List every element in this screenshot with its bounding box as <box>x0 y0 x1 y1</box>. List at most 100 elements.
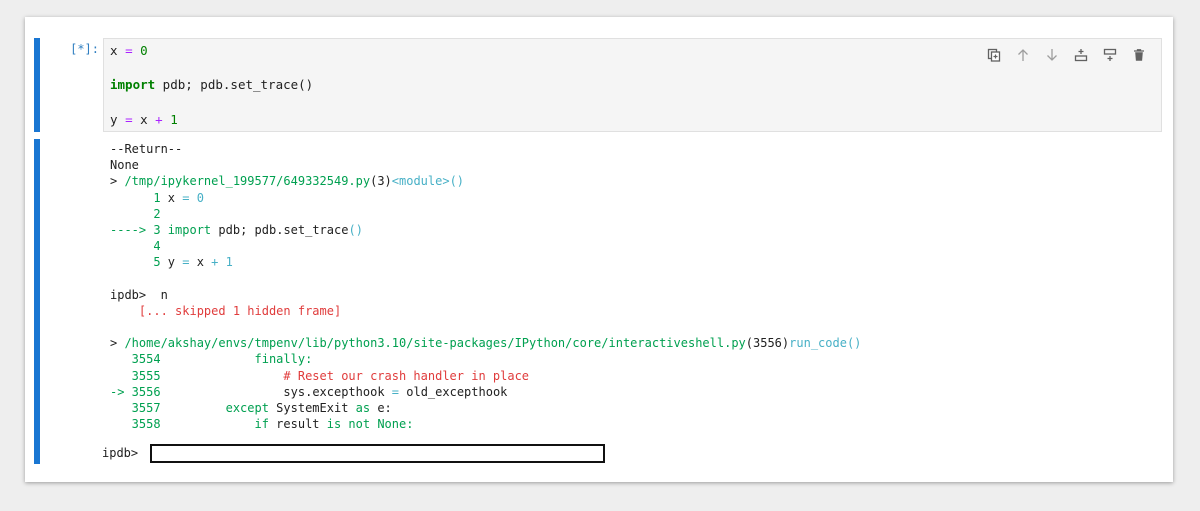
code-token: <module> <box>391 174 450 189</box>
code-token: pdb <box>211 222 241 237</box>
code-token: excepthook <box>312 384 392 399</box>
code-token: 5 <box>110 255 168 270</box>
duplicate-cell-button[interactable] <box>979 44 1008 66</box>
code-token: 4 <box>110 239 161 254</box>
output-area: --Return-- None > /tmp/ipykernel_199577/64… <box>110 141 1150 432</box>
output-line: None <box>110 157 1150 173</box>
code-token: 2 <box>110 206 161 221</box>
code-token: import <box>110 77 156 92</box>
code-token: /home/akshay/envs/tmpenv/lib/python3.10/… <box>124 336 746 351</box>
code-token: (3) <box>370 174 392 189</box>
output-line: 3558 if result is not None: <box>110 416 1150 432</box>
code-token: None <box>110 158 139 173</box>
insert-below-icon <box>1103 48 1116 61</box>
code-token: () <box>449 174 465 189</box>
code-token: -> 3556 <box>110 384 284 399</box>
insert-below-button[interactable] <box>1095 44 1124 66</box>
output-line: 4 <box>110 238 1150 254</box>
code-token: x <box>167 190 183 205</box>
code-token: run_code <box>789 336 847 351</box>
output-line: ipdb> n <box>110 287 1150 303</box>
code-token: y <box>110 112 118 127</box>
code-token: 3555 <box>110 368 284 383</box>
code-token: 3557 <box>110 401 226 415</box>
delete-cell-button[interactable] <box>1124 44 1153 66</box>
insert-above-icon <box>1074 49 1087 62</box>
ipdb-prompt: ipdb> <box>102 446 139 460</box>
code-line[interactable]: x = 0 <box>110 43 148 58</box>
output-line: 3555 # Reset our crash handler in place <box>110 368 1150 384</box>
code-editor[interactable]: x = 0 import pdb; pdb.set_trace() y = x … <box>103 38 1162 132</box>
code-token: None: <box>370 417 414 432</box>
code-line[interactable]: y = x + 1 <box>110 112 178 127</box>
code-token: x <box>189 255 212 270</box>
output-line: --Return-- <box>110 141 1150 157</box>
code-token: set_trace <box>283 222 349 237</box>
output-line: > /tmp/ipykernel_199577/649332549.py(3)<… <box>110 173 1150 189</box>
code-token: --Return-- <box>110 142 183 156</box>
code-token: sys <box>283 384 306 399</box>
code-token: 3554 <box>110 352 255 367</box>
code-token: + <box>155 112 163 127</box>
active-cell-indicator[interactable] <box>34 38 40 132</box>
code-token: set_trace <box>230 77 299 92</box>
move-down-button[interactable] <box>1037 44 1066 66</box>
code-token: = <box>125 112 133 127</box>
code-token: import <box>167 222 212 237</box>
duplicate-icon <box>987 48 1000 62</box>
code-token: x <box>132 112 156 127</box>
code-token: as <box>355 401 371 415</box>
code-token: = <box>391 384 400 399</box>
code-token: old_excepthook <box>399 384 508 399</box>
code-token: [... skipped 1 hidden frame] <box>110 303 342 318</box>
code-token: pdb; pdb. <box>155 77 231 92</box>
output-line: -> 3556 sys.excepthook = old_excepthook <box>110 384 1150 400</box>
output-line: 2 <box>110 206 1150 222</box>
execution-prompt: [*]: <box>70 42 99 56</box>
code-token: () <box>348 222 363 237</box>
notebook-panel: [*]: x = 0 import pdb; pdb.set_trace() y… <box>25 17 1173 482</box>
code-token: is not <box>326 417 371 432</box>
code-token: # Reset our crash handler in place <box>283 368 530 383</box>
code-line[interactable]: import pdb; pdb.set_trace() <box>110 77 313 92</box>
code-token: 1 <box>170 112 178 127</box>
output-line: [... skipped 1 hidden frame] <box>110 303 1150 319</box>
output-collapser[interactable] <box>34 139 40 464</box>
code-token: except <box>225 401 269 415</box>
code-token: finally: <box>254 352 313 367</box>
code-token: 1 <box>110 190 168 205</box>
code-token: pdb <box>247 222 277 237</box>
code-token: 3558 <box>110 417 255 432</box>
output-line: 3554 finally: <box>110 351 1150 367</box>
code-token: /tmp/ipykernel_199577/649332549.py <box>124 174 371 189</box>
code-token: > <box>110 174 125 189</box>
code-token: e: <box>370 401 392 415</box>
move-up-button[interactable] <box>1008 44 1037 66</box>
code-token: (3556) <box>745 336 790 351</box>
code-token: x <box>110 43 118 58</box>
code-token: SystemExit <box>268 401 356 415</box>
output-line: 3557 except SystemExit as e: <box>110 400 1150 416</box>
output-line: ----> 3 import pdb; pdb.set_trace() <box>110 222 1150 238</box>
ipdb-input[interactable] <box>150 444 605 463</box>
code-token: result <box>268 417 327 432</box>
arrow-down-icon <box>1046 49 1057 61</box>
output-line: 5 y = x + 1 <box>110 254 1150 270</box>
code-token: () <box>298 77 314 92</box>
insert-above-button[interactable] <box>1066 44 1095 66</box>
code-token: 1 <box>225 255 233 270</box>
code-token: ----> 3 <box>110 222 168 237</box>
code-token: ipdb> n <box>110 287 168 302</box>
output-line: > /home/akshay/envs/tmpenv/lib/python3.1… <box>110 335 1150 351</box>
trash-icon <box>1133 49 1144 61</box>
code-token: 0 <box>140 43 148 58</box>
code-token: = <box>125 43 133 58</box>
code-token: > <box>110 336 125 351</box>
code-token: if <box>254 417 269 432</box>
